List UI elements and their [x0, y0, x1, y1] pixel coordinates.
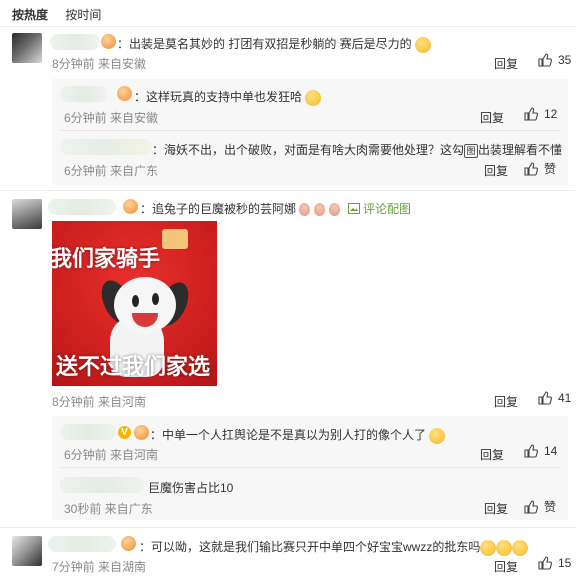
like-button[interactable]: 14: [524, 444, 557, 458]
like-button[interactable]: 赞: [524, 160, 556, 177]
like-count: 41: [558, 391, 572, 405]
reply-meta: 6分钟前 来自河南: [64, 448, 159, 462]
thumbs-up-icon: [538, 391, 552, 405]
reply-text: 巨魔伤害占比10: [148, 481, 234, 495]
like-label: 赞: [544, 162, 557, 176]
tab-sort-by-time[interactable]: 按时间: [65, 8, 101, 22]
thumbs-up-icon: [524, 500, 538, 514]
like-button[interactable]: 15: [538, 556, 571, 570]
fan-badge-icon: [117, 86, 132, 101]
reply-button[interactable]: 回复: [494, 558, 518, 575]
dog-eye: [152, 293, 159, 305]
sort-tabs: 按热度 按时间: [12, 6, 115, 23]
face-emoji-icon: [305, 89, 322, 106]
username-blurred[interactable]: [60, 139, 152, 155]
comment-meta: 7分钟前 来自湖南: [52, 560, 147, 574]
face-emoji-icon: [429, 427, 446, 444]
reply-meta: 6分钟前 来自安徽: [64, 111, 159, 125]
thumbs-up-icon: [538, 556, 552, 570]
comment-divider: [0, 190, 576, 191]
like-count: 35: [558, 53, 572, 67]
fan-badge-icon: [134, 425, 149, 440]
thumbs-up-icon: [524, 444, 538, 458]
reply-button[interactable]: 回复: [484, 162, 508, 179]
verified-badge-icon: V: [118, 426, 131, 439]
avatar[interactable]: [12, 199, 42, 229]
thumbs-up-icon: [524, 107, 538, 121]
gift-box-icon: [162, 229, 188, 249]
reply-divider: [60, 130, 560, 131]
username-blurred[interactable]: [60, 477, 144, 493]
comment-image-link[interactable]: 评论配图: [347, 202, 411, 216]
comment-attached-image[interactable]: 我们家骑手 送不过我们家选: [52, 221, 217, 386]
username-blurred[interactable]: [50, 34, 100, 50]
avatar[interactable]: [12, 33, 42, 63]
like-count: 15: [558, 556, 572, 570]
reply-button[interactable]: 回复: [494, 393, 518, 410]
image-icon: [347, 203, 360, 214]
tabs-divider: [0, 26, 576, 27]
comment-meta: 8分钟前 来自安徽: [52, 57, 147, 71]
username-blurred[interactable]: [48, 536, 116, 552]
reply-text: ：这样玩真的支持中单也发狂哈: [134, 88, 322, 106]
image-bottom-caption: 送不过我们家选: [56, 354, 211, 379]
peach-emoji-icon: [329, 203, 341, 217]
like-button[interactable]: 赞: [524, 498, 556, 515]
reply-meta: 6分钟前 来自广东: [64, 164, 159, 178]
fan-badge-icon: [121, 536, 136, 551]
comment-divider: [0, 527, 576, 528]
image-top-caption: 我们家骑手: [52, 246, 161, 271]
like-label: 赞: [544, 500, 557, 514]
tab-sort-by-hot[interactable]: 按热度: [12, 8, 48, 22]
like-button[interactable]: 12: [524, 107, 557, 121]
reply-button[interactable]: 回复: [494, 55, 518, 72]
like-count: 12: [544, 107, 558, 121]
face-emoji-icon: [496, 539, 513, 556]
fan-badge-icon: [123, 199, 138, 214]
reply-text: ：海妖不出，出个破败，对面是有啥大肉需要他处理？这勾图出装理解看不懂: [152, 143, 563, 158]
username-blurred[interactable]: [60, 424, 116, 440]
comment-text: ：出装是莫名其妙的 打团有双招是秒躺的 赛后是尽力的: [117, 35, 432, 53]
reply-button[interactable]: 回复: [480, 109, 504, 126]
face-emoji-icon: [480, 539, 497, 556]
comment-text: ：可以呦，这就是我们输比赛只开中单四个好宝宝wwzz的批东吗: [139, 538, 529, 556]
username-blurred[interactable]: [48, 199, 116, 215]
reply-button[interactable]: 回复: [484, 500, 508, 517]
avatar[interactable]: [12, 536, 42, 566]
face-emoji-icon: [415, 36, 432, 53]
comment-text: ：追兔子的巨魔被秒的芸阿娜 评论配图: [140, 202, 412, 217]
comment-meta: 8分钟前 来自河南: [52, 395, 147, 409]
reply-text: ：中单一个人扛舆论是不是真以为别人打的像个人了: [150, 426, 446, 444]
thumbs-up-icon: [538, 53, 552, 67]
dog-eye: [132, 295, 139, 307]
face-emoji-icon: [512, 539, 529, 556]
image-glyph-icon: 图: [464, 143, 479, 158]
like-count: 14: [544, 444, 558, 458]
reply-divider: [60, 467, 560, 468]
username-blurred[interactable]: [60, 86, 108, 102]
reply-button[interactable]: 回复: [480, 446, 504, 463]
like-button[interactable]: 41: [538, 391, 571, 405]
thumbs-up-icon: [524, 162, 538, 176]
peach-emoji-icon: [314, 203, 326, 217]
peach-emoji-icon: [299, 203, 311, 217]
like-button[interactable]: 35: [538, 53, 571, 67]
fan-badge-icon: [101, 34, 116, 49]
reply-meta: 30秒前 来自广东: [64, 502, 153, 516]
